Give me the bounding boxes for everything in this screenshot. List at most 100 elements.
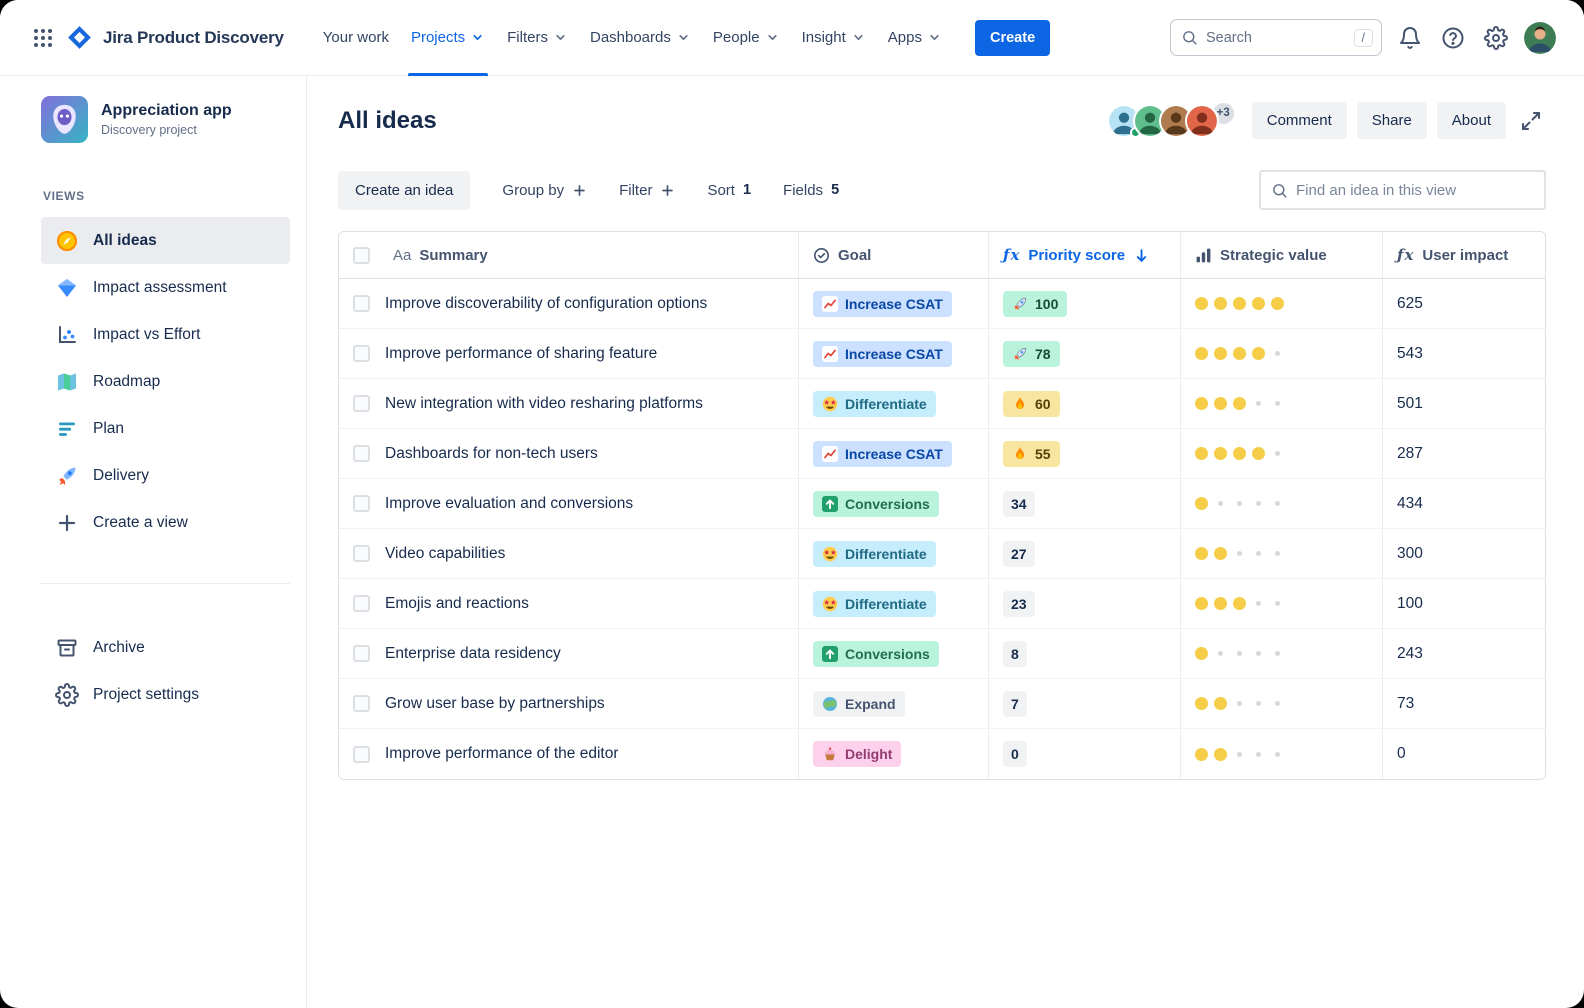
goal-chip[interactable]: Differentiate [813, 541, 936, 567]
table-row[interactable]: Improve evaluation and conversions Conve… [339, 479, 1545, 529]
column-header-goal[interactable]: Goal [799, 232, 989, 278]
column-header-user-impact[interactable]: ƒx User impact [1383, 232, 1545, 278]
sidebar-item-project-settings[interactable]: Project settings [41, 671, 290, 718]
nav-people[interactable]: People [702, 0, 791, 76]
row-checkbox[interactable] [353, 395, 370, 412]
sidebar-item-delivery[interactable]: Delivery [41, 452, 290, 499]
goal-chip[interactable]: Increase CSAT [813, 341, 952, 367]
row-checkbox[interactable] [353, 545, 370, 562]
strategic-value-cell[interactable] [1181, 579, 1383, 628]
sidebar-item-create-a-view[interactable]: Create a view [41, 499, 290, 546]
strategic-dot-empty [1252, 547, 1265, 560]
sidebar-item-roadmap[interactable]: Roadmap [41, 358, 290, 405]
strategic-value-cell[interactable] [1181, 629, 1383, 678]
goal-chip[interactable]: Expand [813, 691, 905, 717]
presence-avatar[interactable] [1185, 104, 1219, 138]
table-row[interactable]: New integration with video resharing pla… [339, 379, 1545, 429]
about-button[interactable]: About [1437, 102, 1506, 139]
goal-chip[interactable]: Increase CSAT [813, 441, 952, 467]
strategic-value-cell[interactable] [1181, 679, 1383, 728]
goal-chip[interactable]: Conversions [813, 641, 939, 667]
strategic-dot-filled [1195, 647, 1208, 660]
goal-chip[interactable]: Differentiate [813, 391, 936, 417]
find-idea-search[interactable] [1259, 170, 1546, 210]
goal-chip[interactable]: Delight [813, 741, 901, 767]
table-row[interactable]: Video capabilities Differentiate 27 300 [339, 529, 1545, 579]
notifications-bell-icon[interactable] [1395, 23, 1425, 53]
idea-summary[interactable]: Grow user base by partnerships [385, 695, 605, 713]
row-checkbox[interactable] [353, 345, 370, 362]
strategic-value-cell[interactable] [1181, 329, 1383, 378]
idea-summary[interactable]: Improve discoverability of configuration… [385, 295, 707, 313]
column-header-summary[interactable]: Aa Summary [339, 232, 799, 278]
row-checkbox[interactable] [353, 746, 370, 763]
column-header-priority-score[interactable]: ƒx Priority score [989, 232, 1181, 278]
global-search[interactable]: / [1170, 19, 1382, 56]
search-input[interactable] [1206, 30, 1346, 46]
strategic-dot-filled [1195, 447, 1208, 460]
row-checkbox[interactable] [353, 645, 370, 662]
idea-summary[interactable]: Video capabilities [385, 545, 505, 563]
strategic-value-cell[interactable] [1181, 279, 1383, 328]
nav-projects[interactable]: Projects [400, 0, 496, 76]
filter-button[interactable]: Filter [605, 172, 689, 209]
group-by-button[interactable]: Group by [488, 172, 601, 209]
goal-chip[interactable]: Differentiate [813, 591, 936, 617]
idea-summary[interactable]: Dashboards for non-tech users [385, 445, 598, 463]
sidebar-item-impact-vs-effort[interactable]: Impact vs Effort [41, 311, 290, 358]
row-checkbox[interactable] [353, 695, 370, 712]
strategic-value-cell[interactable] [1181, 479, 1383, 528]
fields-button[interactable]: Fields 5 [769, 172, 853, 209]
idea-summary[interactable]: Improve performance of sharing feature [385, 345, 657, 363]
nav-dashboards[interactable]: Dashboards [579, 0, 702, 76]
column-header-strategic-value[interactable]: Strategic value [1181, 232, 1383, 278]
strategic-value-cell[interactable] [1181, 429, 1383, 478]
project-header[interactable]: Appreciation app Discovery project [41, 96, 290, 143]
table-row[interactable]: Dashboards for non-tech users Increase C… [339, 429, 1545, 479]
nav-filters[interactable]: Filters [496, 0, 579, 76]
idea-summary[interactable]: Enterprise data residency [385, 645, 561, 663]
user-avatar[interactable] [1524, 22, 1556, 54]
brand[interactable]: Jira Product Discovery [66, 24, 284, 51]
idea-summary[interactable]: Emojis and reactions [385, 595, 529, 613]
row-checkbox[interactable] [353, 595, 370, 612]
select-all-checkbox[interactable] [353, 247, 370, 264]
goal-chip[interactable]: Conversions [813, 491, 939, 517]
idea-summary[interactable]: New integration with video resharing pla… [385, 395, 703, 413]
row-checkbox[interactable] [353, 445, 370, 462]
table-row[interactable]: Grow user base by partnerships Expand 7 … [339, 679, 1545, 729]
help-icon[interactable] [1438, 23, 1468, 53]
strategic-value-cell[interactable] [1181, 529, 1383, 578]
comment-button[interactable]: Comment [1252, 102, 1347, 139]
strategic-value-cell[interactable] [1181, 729, 1383, 779]
strategic-value-cell[interactable] [1181, 379, 1383, 428]
sidebar-item-plan[interactable]: Plan [41, 405, 290, 452]
table-row[interactable]: Enterprise data residency Conversions 8 … [339, 629, 1545, 679]
priority-score-cell: 100 [989, 279, 1181, 328]
table-row[interactable]: Emojis and reactions Differentiate 23 10… [339, 579, 1545, 629]
nav-apps[interactable]: Apps [877, 0, 953, 76]
sidebar-item-impact-assessment[interactable]: Impact assessment [41, 264, 290, 311]
nav-label: Apps [888, 29, 922, 46]
create-button[interactable]: Create [975, 20, 1050, 56]
app-switcher-icon[interactable] [28, 23, 58, 53]
find-idea-input[interactable] [1296, 182, 1534, 199]
goal-chip[interactable]: Increase CSAT [813, 291, 952, 317]
sort-button[interactable]: Sort 1 [693, 172, 765, 209]
idea-summary[interactable]: Improve performance of the editor [385, 745, 618, 763]
settings-gear-icon[interactable] [1481, 23, 1511, 53]
row-checkbox[interactable] [353, 295, 370, 312]
strategic-dot-empty [1233, 497, 1246, 510]
create-idea-button[interactable]: Create an idea [338, 171, 470, 210]
fullscreen-expand-icon[interactable] [1516, 106, 1546, 136]
table-row[interactable]: Improve discoverability of configuration… [339, 279, 1545, 329]
table-row[interactable]: Improve performance of the editor Deligh… [339, 729, 1545, 779]
row-checkbox[interactable] [353, 495, 370, 512]
sidebar-item-archive[interactable]: Archive [41, 624, 290, 671]
table-row[interactable]: Improve performance of sharing feature I… [339, 329, 1545, 379]
share-button[interactable]: Share [1357, 102, 1427, 139]
nav-insight[interactable]: Insight [791, 0, 877, 76]
idea-summary[interactable]: Improve evaluation and conversions [385, 495, 633, 513]
nav-your-work[interactable]: Your work [312, 0, 400, 76]
sidebar-item-all-ideas[interactable]: All ideas [41, 217, 290, 264]
